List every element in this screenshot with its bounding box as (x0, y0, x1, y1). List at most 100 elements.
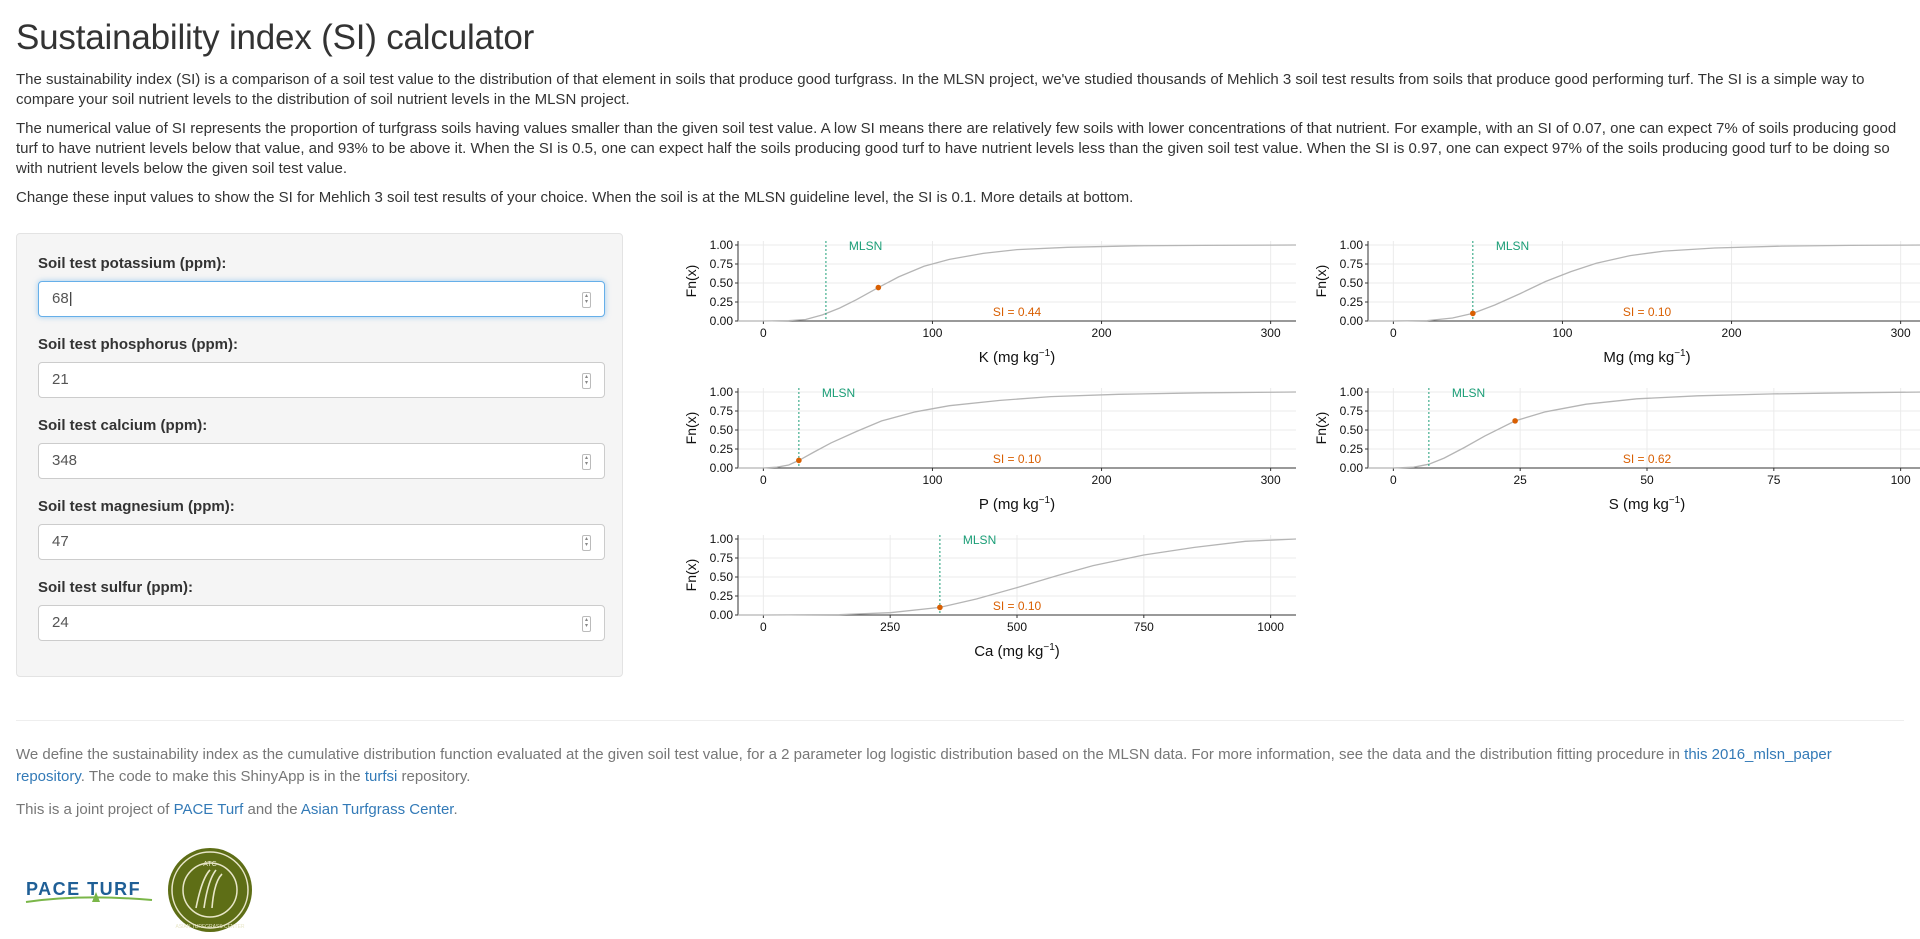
y-axis-label: Fn(x) (1313, 412, 1329, 445)
y-tick-label-1: 0.25 (1340, 295, 1364, 309)
magnesium-input[interactable]: 47 ▴ ▾ (38, 524, 605, 560)
si-point (937, 604, 943, 611)
calcium-value: 348 (52, 452, 78, 469)
y-tick-label-0: 0.00 (710, 608, 734, 622)
y-tick-label-0: 0.00 (1340, 461, 1364, 475)
y-tick-label-2: 0.50 (1340, 276, 1364, 290)
potassium-value: 68 (52, 290, 69, 307)
atc-logo-ring-text: ASIAN TURFGRASS CENTER (175, 924, 244, 930)
x-tick-label-0: 0 (760, 473, 767, 487)
mlsn-paper-link-text: this 2016_mlsn_paper (1684, 746, 1832, 763)
footer-credits: This is a joint project of PACE Turf and… (16, 799, 1904, 821)
x-tick-label-3: 75 (1767, 473, 1781, 487)
x-tick-label-1: 100 (922, 473, 942, 487)
mlsn-paper-link-text-2: repository (16, 768, 81, 785)
footer-divider (16, 720, 1904, 721)
footer-credits-text: This is a joint project of (16, 801, 174, 818)
si-label: SI = 0.10 (1623, 305, 1672, 319)
y-axis-label: Fn(x) (683, 412, 699, 445)
si-label: SI = 0.62 (1623, 452, 1672, 466)
intro-paragraph: The sustainability index (SI) is a compa… (16, 71, 1865, 108)
sulfur-value: 24 (52, 614, 69, 631)
x-axis-label: P (mg kg−1) (979, 495, 1055, 513)
x-tick-label-2: 200 (1722, 326, 1742, 340)
y-tick-label-1: 0.25 (710, 589, 734, 603)
y-tick-label-2: 0.50 (710, 570, 734, 584)
si-label: SI = 0.44 (993, 305, 1042, 319)
potassium-spinner[interactable]: ▴ ▾ (582, 292, 591, 308)
mlsn-label: MLSN (1452, 386, 1485, 400)
sulfur-input[interactable]: 24 ▴ ▾ (38, 605, 605, 641)
si-point (875, 284, 882, 291)
potassium-field: Soil test potassium (ppm): 68| ▴ ▾ (38, 255, 605, 317)
footer-repo-text: repository. (397, 768, 471, 785)
pace-turf-logo[interactable]: PACE TURF (22, 850, 172, 930)
y-tick-label-3: 0.75 (710, 404, 734, 418)
mlsn-label: MLSN (1496, 239, 1529, 253)
y-tick-label-1: 0.25 (710, 295, 734, 309)
phosphorus-label: Soil test phosphorus (ppm): (38, 336, 238, 353)
y-tick-label-1: 0.25 (1340, 442, 1364, 456)
charts-area: 0.00 0.25 0.50 0.75 1.00 0 100 200 300 Fn(x) K (mg… (666, 233, 1920, 678)
magnesium-label: Soil test magnesium (ppm): (38, 498, 235, 515)
x-tick-label-2: 200 (1092, 473, 1112, 487)
si-charts: 0.00 0.25 0.50 0.75 1.00 0 100 200 300 Fn(x) K (mg… (683, 238, 1920, 660)
si-point (796, 457, 802, 464)
x-axis-label: Ca (mg kg−1) (974, 642, 1060, 660)
mlsn-label: MLSN (822, 386, 855, 400)
footer-and-text: and the (243, 801, 301, 818)
calcium-spinner[interactable]: ▴ ▾ (582, 454, 591, 470)
si-explanation-paragraph: The numerical value of SI represents the… (16, 120, 1897, 177)
atc-logo-top-text: ATC (203, 861, 216, 868)
x-tick-label-3: 300 (1261, 473, 1281, 487)
page: Sustainability index (SI) calculator The… (16, 0, 1920, 932)
y-tick-label-4: 1.00 (1340, 238, 1364, 252)
footer-details: We define the sustainability index as th… (16, 744, 1904, 788)
y-tick-label-2: 0.50 (1340, 423, 1364, 437)
y-tick-label-3: 0.75 (1340, 257, 1364, 271)
footer-details-text: We define the sustainability index as th… (16, 746, 1685, 763)
chart-s: 0.00 0.25 0.50 0.75 1.00 0 25 50 75 100 Fn(x) S (mg… (1313, 385, 1920, 513)
sulfur-spinner[interactable]: ▴ ▾ (582, 616, 591, 632)
x-tick-label-3: 300 (1261, 326, 1281, 340)
chart-p: 0.00 0.25 0.50 0.75 1.00 0 100 200 300 Fn(x) P (mg… (683, 385, 1297, 513)
y-tick-label-4: 1.00 (710, 532, 734, 546)
x-tick-label-3: 750 (1134, 620, 1154, 634)
x-tick-label-3: 300 (1891, 326, 1911, 340)
instructions-paragraph: Change these input values to show the SI… (16, 189, 1134, 206)
x-axis-label: K (mg kg−1) (979, 348, 1055, 366)
footer-period: . (453, 801, 458, 818)
phosphorus-value: 21 (52, 371, 69, 388)
phosphorus-spinner[interactable]: ▴ ▾ (582, 373, 591, 389)
x-tick-label-1: 100 (922, 326, 942, 340)
x-tick-label-1: 25 (1514, 473, 1528, 487)
pace-turf-logo-text: PACE TURF (26, 879, 141, 899)
potassium-input[interactable]: 68| ▴ ▾ (38, 281, 605, 317)
phosphorus-input[interactable]: 21 ▴ ▾ (38, 362, 605, 398)
sulfur-label: Soil test sulfur (ppm): (38, 579, 193, 596)
potassium-label: Soil test potassium (ppm): (38, 255, 227, 272)
y-tick-label-0: 0.00 (710, 461, 734, 475)
magnesium-field: Soil test magnesium (ppm): 47 ▴ ▾ (38, 498, 605, 560)
asian-turfgrass-center-logo[interactable]: ATC ASIAN TURFGRASS CENTER (166, 848, 256, 934)
calcium-label: Soil test calcium (ppm): (38, 417, 208, 434)
turfsi-link[interactable]: turfsi (365, 768, 398, 785)
y-axis-label: Fn(x) (1313, 265, 1329, 298)
x-tick-label-1: 100 (1552, 326, 1572, 340)
x-tick-label-0: 0 (1390, 473, 1397, 487)
input-panel: Soil test potassium (ppm): 68| ▴ ▾ Soil t… (16, 233, 623, 677)
asian-turfgrass-center-link[interactable]: Asian Turfgrass Center (301, 801, 454, 818)
si-point (1512, 418, 1518, 424)
x-tick-label-0: 0 (1390, 326, 1397, 340)
x-tick-label-1: 250 (880, 620, 900, 634)
chart-ca: 0.00 0.25 0.50 0.75 1.00 0 250 500 750 1000 Fn(x) C… (683, 532, 1297, 660)
magnesium-value: 47 (52, 533, 69, 550)
y-tick-label-2: 0.50 (710, 276, 734, 290)
si-label: SI = 0.10 (993, 452, 1042, 466)
mlsn-label: MLSN (849, 239, 882, 253)
chart-mg: 0.00 0.25 0.50 0.75 1.00 0 100 200 300 Fn(x) Mg (m… (1313, 238, 1920, 366)
calcium-input[interactable]: 348 ▴ ▾ (38, 443, 605, 479)
x-tick-label-4: 1000 (1257, 620, 1284, 634)
pace-turf-link[interactable]: PACE Turf (174, 801, 244, 818)
magnesium-spinner[interactable]: ▴ ▾ (582, 535, 591, 551)
